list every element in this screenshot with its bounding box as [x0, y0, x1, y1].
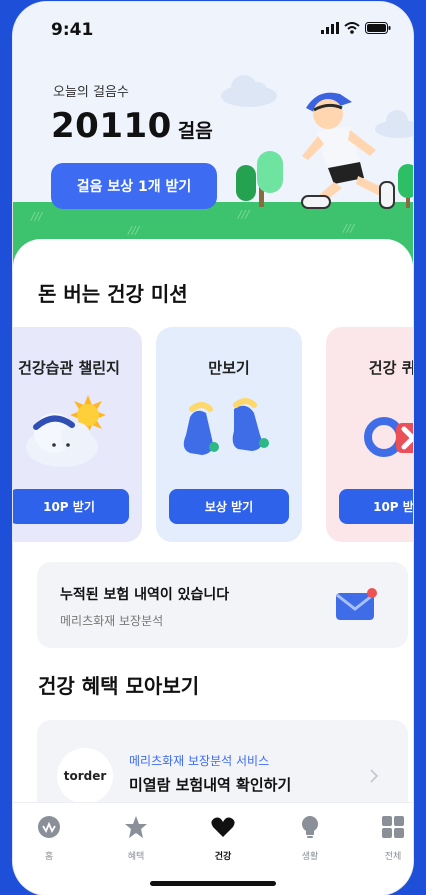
wifi-icon — [344, 22, 360, 34]
mission-card-quiz[interactable]: 건강 퀴즈 10P 받기 — [326, 327, 413, 542]
tab-health[interactable]: 건강 — [193, 815, 253, 862]
status-icons — [321, 22, 391, 34]
bulb-icon — [302, 816, 318, 838]
mission-card-challenge[interactable]: 건강습관 챌린지 10P 받기 — [13, 327, 142, 542]
tab-home[interactable]: 홈 — [19, 815, 79, 862]
mission-card-pedometer[interactable]: 만보기 보상 받기 — [156, 327, 302, 542]
tab-benefits[interactable]: 혜택 — [106, 815, 166, 862]
tree-icon — [236, 151, 283, 207]
sneakers-icon — [183, 398, 269, 455]
mission-title: 만보기 — [208, 359, 250, 377]
tab-label: 전체 — [384, 852, 402, 862]
insurance-notice-card[interactable]: 누적된 보험 내역이 있습니다 메리츠화재 보장분석 — [37, 562, 408, 648]
steps-count-row: 20110 걸음 — [51, 106, 213, 146]
cloud-icon — [221, 75, 277, 107]
tab-life[interactable]: 생활 — [280, 815, 340, 862]
grass-decoration: /// — [31, 210, 43, 223]
battery-icon — [365, 22, 391, 34]
home-won-icon — [38, 816, 60, 838]
torder-logo: torder — [57, 748, 113, 804]
benefits-title: 건강 혜택 모아보기 — [38, 674, 200, 698]
missions-title: 돈 버는 건강 미션 — [38, 282, 188, 306]
steps-count: 20110 — [51, 106, 172, 146]
benefit-subtitle: 메리츠화재 보장분석 서비스 — [129, 754, 270, 768]
steps-hero: /// /// /// /// 9:41 오늘의 걸음수 20110 걸음 걸음… — [13, 2, 413, 272]
mission-claim-button[interactable]: 보상 받기 — [169, 489, 289, 524]
mission-title: 건강습관 챌린지 — [18, 359, 120, 377]
tab-label: 생활 — [301, 852, 319, 862]
chevron-right-icon — [370, 769, 379, 783]
tab-label: 홈 — [44, 852, 54, 862]
insurance-subtitle: 메리츠화재 보장분석 — [60, 614, 164, 628]
step-reward-button[interactable]: 걸음 보상 1개 받기 — [51, 163, 217, 209]
tab-label: 건강 — [214, 852, 232, 862]
tab-all[interactable]: 전체 — [363, 815, 413, 862]
star-icon — [125, 816, 147, 838]
runner-illustration — [301, 92, 395, 209]
mission-claim-button[interactable]: 10P 받기 — [13, 489, 129, 524]
heart-icon — [211, 817, 235, 837]
home-indicator — [150, 881, 276, 886]
ox-quiz-icon — [364, 417, 413, 457]
bottom-tab-bar: 홈 혜택 건강 생활 전체 — [13, 802, 413, 895]
tab-label: 혜택 — [127, 852, 145, 862]
insurance-title: 누적된 보험 내역이 있습니다 — [60, 587, 230, 603]
benefit-title: 미열람 보험내역 확인하기 — [129, 776, 292, 794]
grass-decoration: /// — [238, 208, 250, 221]
steps-label: 오늘의 걸음수 — [53, 85, 129, 100]
phone-screen: /// /// /// /// 9:41 오늘의 걸음수 20110 걸음 걸음… — [13, 2, 413, 895]
grass-decoration: /// — [128, 224, 140, 237]
signal-icon — [321, 22, 339, 34]
grid-icon — [382, 816, 404, 838]
envelope-icon — [336, 588, 377, 620]
mission-claim-button[interactable]: 10P 받기 — [339, 489, 413, 524]
cloud-sun-icon — [26, 395, 106, 467]
status-time: 9:41 — [51, 20, 94, 40]
mission-title: 건강 퀴즈 — [368, 359, 413, 377]
steps-unit: 걸음 — [177, 120, 213, 142]
